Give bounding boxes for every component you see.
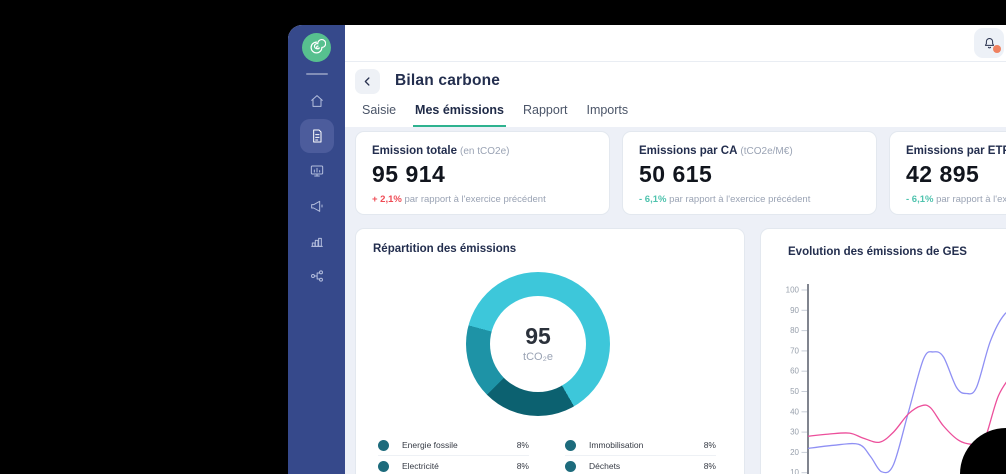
svg-text:90: 90 [790, 306, 799, 315]
stat-value: 50 615 [639, 161, 860, 188]
monitor-chart-icon [309, 163, 325, 179]
donut-chart: 95 tCO₂e [466, 272, 610, 416]
series-pink [809, 371, 1006, 446]
svg-text:20: 20 [790, 448, 799, 457]
sidebar-item-announcements[interactable] [300, 189, 334, 223]
tab-imports[interactable]: Imports [584, 103, 630, 127]
back-button[interactable] [355, 69, 380, 94]
content-area: Emission totale(en tCO2e) 95 914 + 2,1% … [345, 127, 1006, 474]
stat-delta: + 2,1% par rapport à l'exercice précéden… [372, 194, 593, 205]
svg-text:10: 10 [790, 468, 799, 474]
svg-text:80: 80 [790, 326, 799, 335]
donut-chart-card: Répartition des émissions 95 tCO₂e Energ… [355, 228, 745, 474]
svg-text:50: 50 [790, 387, 799, 396]
line-chart-card: Evolution des émissions de GES 100908070… [760, 228, 1006, 474]
svg-text:30: 30 [790, 428, 799, 437]
charts-row: Répartition des émissions 95 tCO₂e Energ… [355, 228, 1006, 474]
legend-dot [565, 440, 576, 451]
svg-text:100: 100 [786, 286, 800, 295]
stat-value: 95 914 [372, 161, 593, 188]
stat-value: 42 895 [906, 161, 1006, 188]
donut-center: 95 tCO₂e [490, 296, 586, 392]
legend-item-immobilisation: Immobilisation 8% [565, 435, 716, 456]
stat-title: Emissions par ETP(tCO2e/ETP) [906, 145, 1006, 157]
tab-rapport[interactable]: Rapport [521, 103, 569, 127]
tab-mes-emissions[interactable]: Mes émissions [413, 103, 506, 127]
title-row: Bilan carbone [355, 68, 1006, 94]
tab-saisie[interactable]: Saisie [360, 103, 398, 127]
donut-card-title: Répartition des émissions [373, 243, 516, 255]
legend-item-dechets: Déchets 8% [565, 456, 716, 474]
sidebar-divider [306, 73, 328, 75]
stat-unit: (en tCO2e) [460, 146, 509, 157]
donut-center-value: 95 [525, 325, 551, 348]
donut-center-unit: tCO₂e [523, 351, 553, 363]
bar-chart-icon [309, 233, 325, 249]
sidebar-item-documents[interactable] [300, 119, 334, 153]
stat-card-emissions-ca: Emissions par CA(tCO2e/M€) 50 615 - 6,1%… [622, 131, 877, 215]
svg-text:70: 70 [790, 346, 799, 355]
sidebar-item-dashboard[interactable] [300, 154, 334, 188]
stat-title: Emissions par CA(tCO2e/M€) [639, 145, 860, 157]
svg-text:60: 60 [790, 367, 799, 376]
stat-delta: - 6,1% par rapport à l'exercice précéden… [639, 194, 860, 205]
delta-percent: + 2,1% [372, 194, 402, 205]
delta-percent: - 6,1% [639, 194, 666, 205]
main-area: Bilan carbone Saisie Mes émissions Rappo… [345, 25, 1006, 474]
stat-card-row: Emission totale(en tCO2e) 95 914 + 2,1% … [355, 131, 1006, 215]
donut-legend: Energie fossile 8% Immobilisation 8% Ele… [356, 435, 744, 474]
sidebar-item-statistics[interactable] [300, 224, 334, 258]
notifications-button[interactable] [974, 28, 1004, 58]
delta-percent: - 6,1% [906, 194, 933, 205]
topbar [345, 25, 1006, 62]
sidebar-nav [300, 84, 334, 293]
sidebar-item-home[interactable] [300, 84, 334, 118]
chevron-left-icon [361, 75, 374, 88]
legend-item-electricite: Electricité 8% [378, 456, 529, 474]
home-icon [309, 93, 325, 109]
legend-dot [565, 461, 576, 472]
screenshot-canvas: Bilan carbone Saisie Mes émissions Rappo… [0, 0, 1006, 474]
brand-logo[interactable] [302, 33, 331, 62]
line-chart-svg: 100 90 80 70 60 50 40 30 20 10 [761, 229, 1006, 474]
sidebar [288, 25, 345, 474]
legend-dot [378, 440, 389, 451]
megaphone-icon [309, 198, 325, 214]
stat-unit: (tCO2e/M€) [740, 146, 792, 157]
stat-card-emission-totale: Emission totale(en tCO2e) 95 914 + 2,1% … [355, 131, 610, 215]
spiral-logo-icon [307, 38, 326, 57]
app-window: Bilan carbone Saisie Mes émissions Rappo… [288, 25, 1006, 474]
page-title: Bilan carbone [395, 72, 500, 90]
notification-badge [993, 45, 1001, 53]
tab-bar: Saisie Mes émissions Rapport Imports [355, 103, 1006, 127]
stat-title: Emission totale(en tCO2e) [372, 145, 593, 157]
document-icon [309, 128, 325, 144]
legend-item-energie-fossile: Energie fossile 8% [378, 435, 529, 456]
stat-delta: - 6,1% par rapport à l'exercice précéden… [906, 194, 1006, 205]
svg-text:40: 40 [790, 407, 799, 416]
stat-card-emissions-etp: Emissions par ETP(tCO2e/ETP) 42 895 - 6,… [889, 131, 1006, 215]
legend-dot [378, 461, 389, 472]
page-header: Bilan carbone Saisie Mes émissions Rappo… [345, 62, 1006, 127]
sidebar-item-organization[interactable] [300, 259, 334, 293]
sitemap-icon [309, 268, 325, 284]
